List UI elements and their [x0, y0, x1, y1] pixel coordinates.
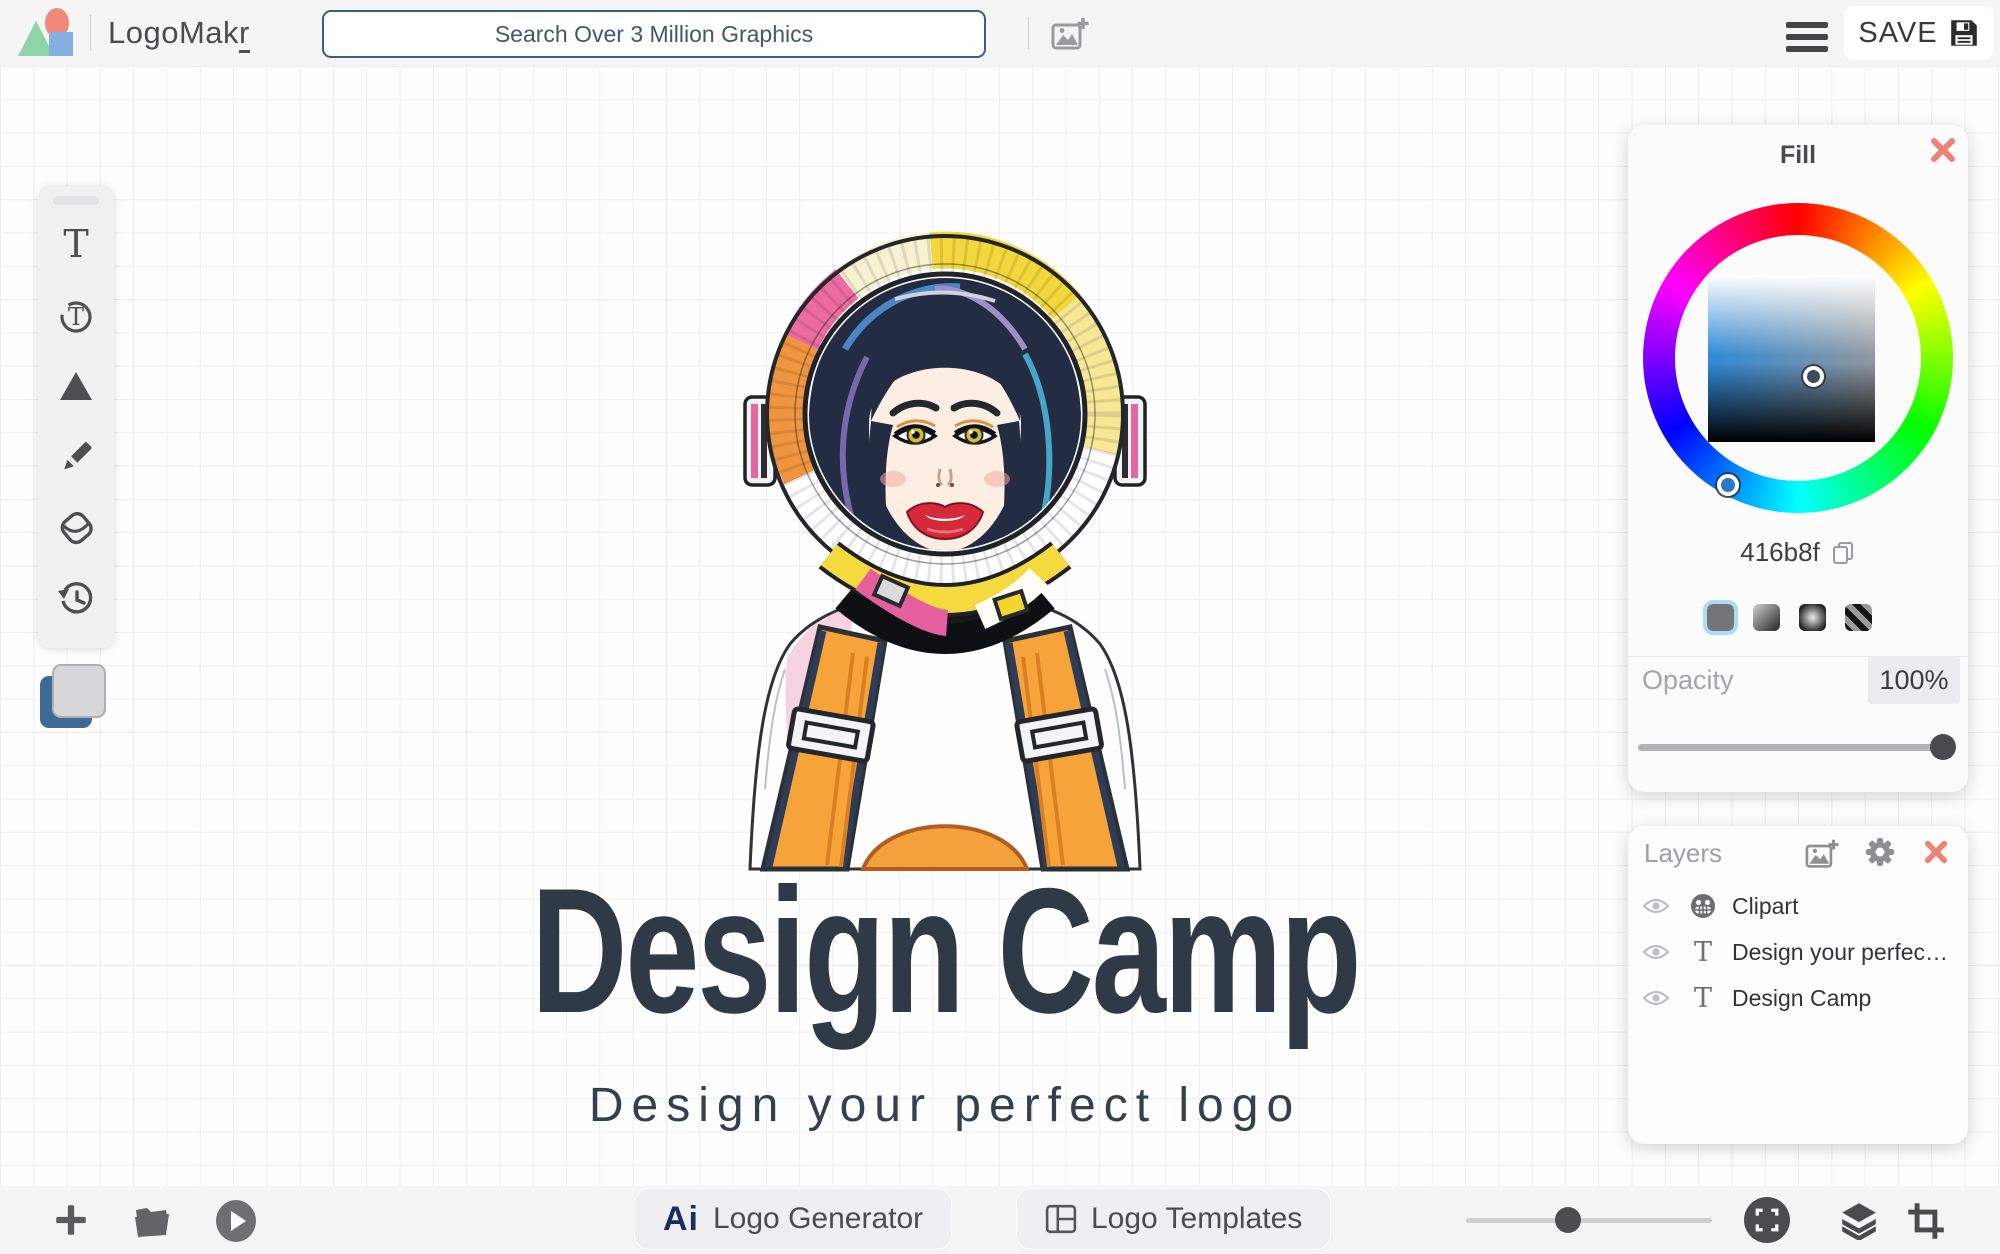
logo-tagline-object[interactable]: Design your perfect logo	[0, 1078, 1890, 1133]
opacity-slider-thumb[interactable]	[1930, 734, 1956, 760]
add-new-icon[interactable]	[52, 1201, 90, 1239]
text-icon: T	[1693, 982, 1712, 1014]
tools-sidebar: T T	[38, 186, 114, 648]
curved-text-icon: T	[60, 301, 92, 333]
fill-style-solid[interactable]	[1703, 600, 1738, 635]
fill-bucket-tool-button[interactable]	[54, 506, 98, 549]
fit-to-screen-icon	[1755, 1208, 1779, 1232]
hue-cursor[interactable]	[1717, 474, 1739, 496]
history-tool-button[interactable]	[54, 577, 98, 620]
add-image-icon[interactable]	[1050, 16, 1090, 52]
search-divider	[1028, 17, 1029, 49]
zoom-slider[interactable]	[1466, 1207, 1712, 1233]
visibility-eye-icon[interactable]	[1642, 988, 1670, 1008]
visibility-eye-icon[interactable]	[1642, 896, 1670, 916]
toolbar-drag-handle[interactable]	[53, 196, 99, 205]
brand-divider	[90, 15, 91, 51]
add-image-icon[interactable]	[1804, 838, 1840, 870]
saturation-value-cursor[interactable]	[1803, 366, 1824, 387]
logo-tagline-text[interactable]: Design your perfect logo	[589, 1078, 1301, 1133]
opacity-value[interactable]: 100%	[1868, 656, 1960, 704]
brand-name-suffix: r	[239, 15, 250, 53]
gear-icon[interactable]	[1864, 836, 1896, 868]
astronaut-clipart[interactable]	[695, 229, 1195, 879]
text-icon: T	[63, 224, 88, 264]
templates-icon	[1045, 1204, 1077, 1234]
open-folder-icon[interactable]	[130, 1202, 174, 1240]
fill-bucket-icon	[60, 511, 93, 544]
layer-label: Design Camp	[1732, 984, 1872, 1011]
play-tutorial-icon[interactable]	[214, 1199, 258, 1243]
ai-icon: Ai	[663, 1199, 699, 1238]
logo-templates-button[interactable]: Logo Templates	[1017, 1189, 1331, 1249]
opacity-slider-track[interactable]	[1638, 744, 1956, 751]
svg-text:T: T	[63, 224, 88, 264]
layer-row-tagline[interactable]: T Design your perfec…	[1628, 930, 1968, 974]
shapes-triangle-icon	[60, 371, 92, 400]
close-icon[interactable]	[1922, 838, 1950, 866]
logo-templates-label: Logo Templates	[1091, 1202, 1303, 1235]
logomakr-logo-icon[interactable]	[16, 8, 76, 58]
fill-style-linear-gradient[interactable]	[1753, 604, 1780, 631]
brand-name-prefix: LogoMak	[108, 15, 240, 50]
save-label: SAVE	[1858, 16, 1938, 49]
pencil-icon	[64, 442, 92, 470]
layers-panel: Layers Clipart T Design your perfec… T D…	[1628, 826, 1968, 1144]
logo-title-text[interactable]: Design Camp	[531, 862, 1362, 1040]
layer-row-title[interactable]: T Design Camp	[1628, 976, 1968, 1020]
menu-icon[interactable]	[1786, 22, 1828, 58]
layer-label: Design your perfec…	[1732, 938, 1949, 965]
crop-icon[interactable]	[1906, 1201, 1946, 1241]
layer-row-clipart[interactable]: Clipart	[1628, 884, 1968, 928]
fill-panel-title: Fill	[1779, 141, 1817, 169]
layer-label: Clipart	[1732, 892, 1799, 919]
close-icon[interactable]	[1928, 135, 1958, 165]
stroke-color-swatch[interactable]	[52, 664, 106, 718]
zoom-slider-track[interactable]	[1466, 1218, 1712, 1223]
hex-value[interactable]: 416b8f	[1740, 537, 1820, 568]
draw-tool-button[interactable]	[54, 435, 98, 478]
search-input[interactable]	[322, 10, 986, 58]
svg-text:T: T	[68, 303, 84, 331]
fill-stroke-indicator[interactable]	[38, 664, 110, 730]
history-icon	[58, 581, 93, 614]
logo-generator-button[interactable]: Ai Logo Generator	[635, 1189, 952, 1249]
opacity-label: Opacity	[1642, 665, 1734, 695]
shapes-tool-button[interactable]	[54, 365, 98, 408]
fill-panel: Fill 416b8f Opacity 100%	[1628, 125, 1968, 792]
opacity-slider[interactable]	[1638, 733, 1956, 761]
text-icon: T	[1693, 936, 1712, 968]
fill-style-row	[1703, 600, 1872, 635]
clipart-icon	[1691, 894, 1715, 918]
logo-title-object[interactable]: Design Camp	[0, 862, 1890, 1040]
zoom-slider-thumb[interactable]	[1555, 1207, 1581, 1233]
copy-icon[interactable]	[1830, 540, 1856, 566]
hex-row: 416b8f	[1628, 537, 1968, 568]
save-button[interactable]: SAVE	[1844, 6, 1994, 60]
top-bar: LogoMakr SAVE	[0, 0, 2000, 66]
curved-text-tool-button[interactable]: T	[54, 294, 98, 337]
floppy-disk-icon	[1950, 20, 1977, 46]
text-tool-button[interactable]: T	[54, 223, 98, 266]
visibility-eye-icon[interactable]	[1642, 942, 1670, 962]
logomakr-app: Design Camp Design your perfect logo Log…	[0, 0, 2000, 1254]
color-picker	[1643, 203, 1953, 513]
fill-style-pattern[interactable]	[1845, 604, 1872, 631]
fill-style-radial-gradient[interactable]	[1799, 604, 1826, 631]
layers-toggle-icon[interactable]	[1838, 1200, 1880, 1240]
bottom-bar: Ai Logo Generator Logo Templates	[0, 1186, 2000, 1254]
logo-generator-label: Logo Generator	[713, 1202, 924, 1235]
fit-to-screen-button[interactable]	[1744, 1197, 1790, 1243]
saturation-value-square[interactable]	[1708, 275, 1875, 442]
brand-name[interactable]: LogoMakr	[108, 15, 250, 53]
layers-panel-title: Layers	[1644, 838, 1723, 868]
